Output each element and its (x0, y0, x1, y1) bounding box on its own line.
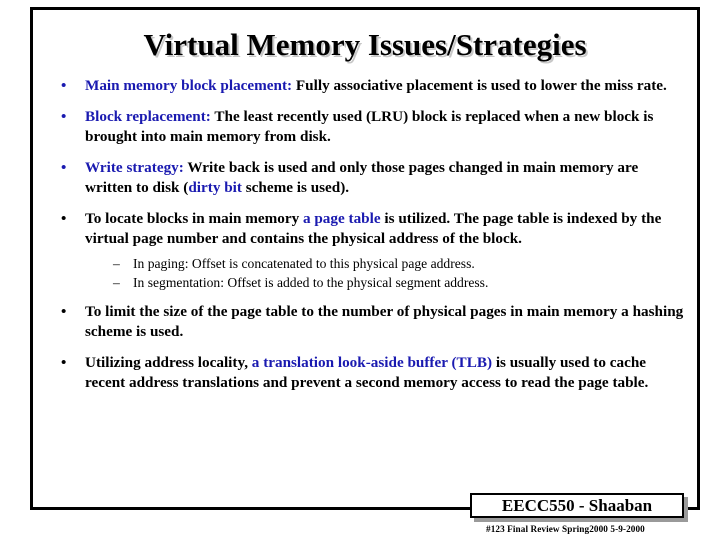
bullet-text: Fully associative placement is used to l… (292, 77, 667, 94)
bullet-marker-icon: • (61, 209, 67, 227)
list-item: • To limit the size of the page table to… (52, 302, 688, 343)
bullet-text-cont: scheme is used). (241, 179, 350, 196)
slide-canvas: Virtual Memory Issues/Strategies • Main … (0, 0, 720, 540)
bullet-lead-label: Write strategy: (85, 158, 184, 176)
list-item: • Write strategy: Write back is used and… (52, 158, 688, 199)
list-item: – In segmentation: Offset is added to th… (85, 273, 688, 292)
list-item: • Block replacement: The least recently … (52, 107, 688, 148)
bullet-text: Utilizing address locality, (85, 353, 252, 371)
bullet-text: To limit the size of the page table to t… (85, 302, 684, 341)
bullet-marker-icon: • (61, 353, 67, 371)
bullet-text: To locate blocks in main memory (85, 209, 303, 227)
bullet-keyword-page-table: a page table (302, 209, 381, 227)
bullet-lead-label: Block replacement: (85, 107, 211, 125)
footer-box: EECC550 - Shaaban (470, 493, 684, 518)
sub-bullet-list: – In paging: Offset is concatenated to t… (85, 254, 688, 292)
footer-course-label: EECC550 - Shaaban (501, 495, 653, 515)
list-item: – In paging: Offset is concatenated to t… (85, 254, 688, 273)
list-item: • Main memory block placement: Fully ass… (52, 76, 688, 97)
bullet-marker-icon: • (61, 107, 67, 125)
bullet-marker-icon: • (61, 302, 67, 320)
bullet-marker-icon: • (61, 158, 67, 176)
list-item: • To locate blocks in main memory a page… (52, 209, 688, 292)
sub-bullet-text: In paging: Offset is concatenated to thi… (133, 255, 475, 271)
bullet-keyword-dirty-bit: dirty bit (188, 179, 242, 196)
page-title: Virtual Memory Issues/Strategies (143, 27, 587, 62)
bullet-keyword-tlb-abbrev: (TLB) (451, 353, 493, 371)
bullet-marker-icon: • (61, 77, 67, 94)
sub-bullet-text: In segmentation: Offset is added to the … (133, 274, 489, 290)
bullet-lead-label: Main memory block placement: (85, 77, 293, 94)
dash-marker-icon: – (113, 255, 120, 271)
dash-marker-icon: – (113, 274, 120, 290)
footer-subtitle: #123 Final Review Spring2000 5-9-2000 (486, 524, 645, 534)
bullet-list: • Main memory block placement: Fully ass… (52, 76, 688, 394)
list-item: • Utilizing address locality, a translat… (52, 353, 688, 394)
footer-badge: EECC550 - Shaaban #123 Final Review Spri… (470, 493, 690, 535)
bullet-keyword-tlb: a translation look-aside buffer (251, 353, 448, 371)
slide-body: • Main memory block placement: Fully ass… (52, 76, 688, 404)
